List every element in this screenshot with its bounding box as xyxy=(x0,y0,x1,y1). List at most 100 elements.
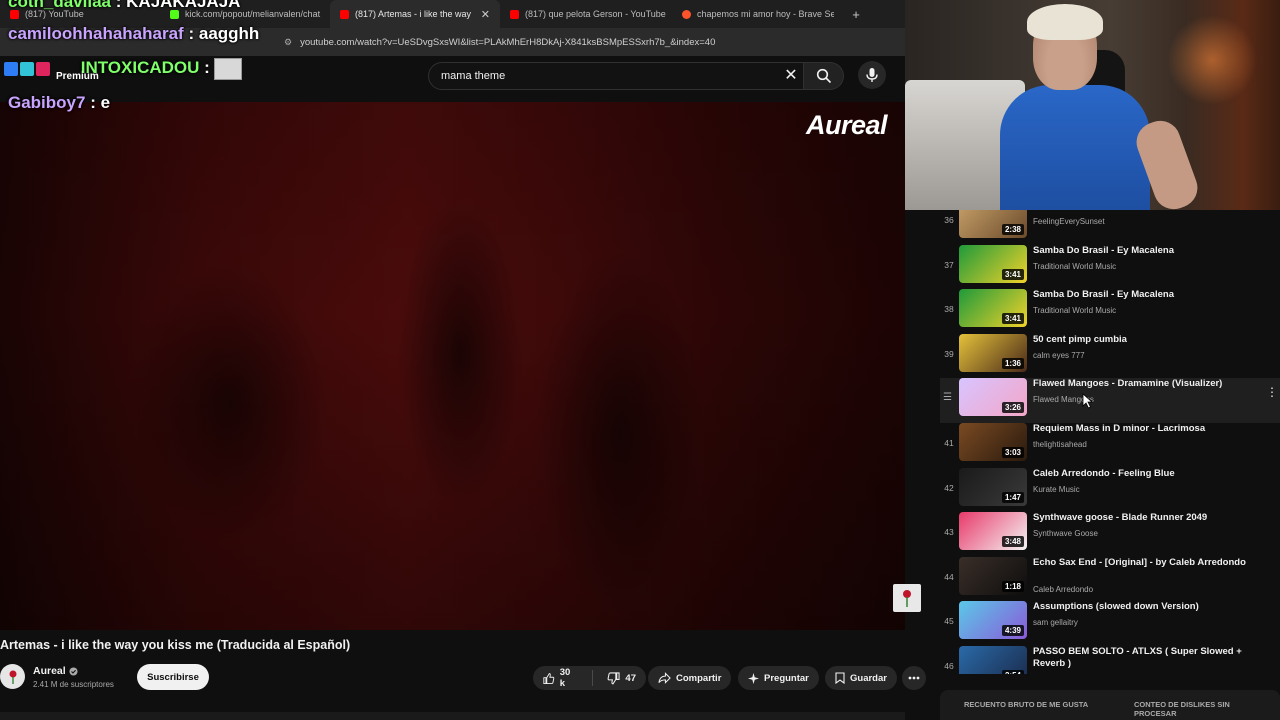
playlist-item-title[interactable]: Synthwave goose - Blade Runner 2049 xyxy=(1033,512,1248,524)
youtube-favicon-icon xyxy=(510,9,519,19)
playlist-item[interactable]: 39 1:36 50 cent pimp cumbia calm eyes 777 xyxy=(940,333,1280,379)
video-duration: 1:36 xyxy=(1001,357,1024,369)
playlist-item-title[interactable]: Echo Sax End - [Original] - by Caleb Arr… xyxy=(1033,557,1248,569)
video-duration: 3:41 xyxy=(1001,268,1024,280)
channel-avatar[interactable] xyxy=(0,664,25,689)
playlist-item-title[interactable]: Caleb Arredondo - Feeling Blue xyxy=(1033,468,1248,480)
chat-text: aagghh xyxy=(198,24,260,43)
likes-stat-label: RECUENTO BRUTO DE ME GUSTA xyxy=(964,700,1089,709)
playlist-item-title[interactable]: 50 cent pimp cumbia xyxy=(1033,334,1248,346)
search-box xyxy=(428,62,804,90)
url-field[interactable]: ⚙ youtube.com/watch?v=UeSDvgSxsWI&list=P… xyxy=(284,34,715,50)
playlist-item[interactable]: 37 3:41 Samba Do Brasil - Ey Macalena Tradi… xyxy=(940,244,1280,290)
playlist-index: 36 xyxy=(944,215,954,225)
share-icon xyxy=(658,672,671,684)
more-horizontal-icon xyxy=(908,676,920,680)
channel-branding-icon[interactable] xyxy=(893,584,921,612)
tab-label: chapemos mi amor hoy - Brave Sear xyxy=(697,9,834,19)
search-clear-icon[interactable]: ✕ xyxy=(780,64,802,86)
playlist-item-channel: FeelingEverySunset xyxy=(1033,217,1105,226)
playlist-item[interactable]: ☰ 3:26 Flawed Mangoes - Dramamine (Visuali… xyxy=(940,378,1280,423)
drag-handle-icon[interactable]: ☰ xyxy=(943,392,952,403)
chat-text: e xyxy=(100,93,111,112)
browser-tab[interactable]: (817) que pelota Gerson - YouTube xyxy=(500,0,672,28)
chat-username: Gabiboy7 xyxy=(8,93,86,112)
search-input[interactable] xyxy=(441,70,771,82)
playlist-item[interactable]: 44 1:18 Echo Sax End - [Original] - by Cal… xyxy=(940,556,1280,602)
browser-tab-active[interactable]: (817) Artemas - i like the way yo ✕ xyxy=(330,0,500,28)
playlist-item[interactable]: 45 4:39 Assumptions (slowed down Version) s… xyxy=(940,601,1280,646)
playlist-item-title[interactable]: Samba Do Brasil - Ey Macalena xyxy=(1033,245,1248,257)
new-tab-button[interactable]: + xyxy=(844,7,868,22)
playlist-thumbnail[interactable]: 2:38 xyxy=(959,210,1027,238)
playlist-thumbnail[interactable]: 3:03 xyxy=(959,423,1027,461)
playlist-item[interactable]: 42 1:47 Caleb Arredondo - Feeling Blue Kura… xyxy=(940,467,1280,513)
verified-icon xyxy=(69,666,78,676)
dislike-button[interactable]: 47 xyxy=(597,666,646,690)
search-button[interactable] xyxy=(804,62,844,90)
chat-separator: : xyxy=(90,93,96,112)
video-duration: 2:38 xyxy=(1001,224,1024,235)
chat-badges xyxy=(4,61,50,76)
dislikes-stat-label: CONTEO DE DISLIKES SIN PROCESAR xyxy=(1134,700,1230,718)
voice-search-button[interactable] xyxy=(858,61,886,89)
playlist-item[interactable]: 36 2:38 FeelingEverySunset xyxy=(940,210,1280,245)
verified-badge-icon xyxy=(4,61,18,76)
chat-separator: : xyxy=(188,24,195,43)
playlist-item[interactable]: 38 3:41 Samba Do Brasil - Ey Macalena Tradi… xyxy=(940,289,1280,334)
playlist-thumbnail[interactable]: 3:41 xyxy=(959,244,1027,283)
playlist-thumbnail[interactable]: 2:54 xyxy=(959,646,1027,674)
thumbs-up-icon xyxy=(543,672,555,684)
gem-badge-icon xyxy=(20,61,34,76)
playlist-item-channel: sam gellaitry xyxy=(1033,618,1078,628)
divider xyxy=(591,670,593,686)
tab-label: (817) que pelota Gerson - YouTube xyxy=(525,9,666,19)
subscriber-badge-icon xyxy=(36,61,50,76)
video-duration: 1:47 xyxy=(1001,491,1024,503)
chat-message: INTOXICADOU : xyxy=(4,58,210,78)
premium-badge: Premium xyxy=(56,71,99,82)
playlist-item-title[interactable]: Assumptions (slowed down Version) xyxy=(1033,601,1248,613)
playlist-item-channel: Traditional World Music xyxy=(1033,306,1117,316)
channel-name-text: Aureal xyxy=(33,665,66,677)
playlist-item[interactable]: 43 3:48 Synthwave goose - Blade Runner 204… xyxy=(940,512,1280,557)
url-text: youtube.com/watch?v=UeSDvgSxsWI&list=PLA… xyxy=(300,36,716,48)
channel-watermark: Aureal xyxy=(806,110,888,140)
video-player[interactable] xyxy=(0,102,905,630)
playlist-item[interactable]: 41 3:03 Requiem Mass in D minor - Lacrimos… xyxy=(940,423,1280,468)
playlist-thumbnail[interactable]: 3:26 xyxy=(959,378,1027,417)
like-button[interactable]: 30 k xyxy=(533,666,587,690)
ask-button[interactable]: Preguntar xyxy=(738,666,819,690)
description-box[interactable] xyxy=(0,712,905,720)
browser-tab[interactable]: chapemos mi amor hoy - Brave Sear xyxy=(672,0,844,28)
chat-username: coth_davilaa xyxy=(8,0,111,11)
playlist-thumbnail[interactable]: 4:39 xyxy=(959,601,1027,640)
share-button[interactable]: Compartir xyxy=(648,666,732,690)
video-frame xyxy=(0,102,905,630)
playlist-item-title[interactable]: PASSO BEM SOLTO - ATLXS ( Super Slowed +… xyxy=(1033,646,1248,670)
stats-panel: RECUENTO BRUTO DE ME GUSTA CONTEO DE DIS… xyxy=(940,690,1280,720)
playlist-thumbnail[interactable]: 1:18 xyxy=(959,556,1027,595)
playlist-item[interactable]: 46 2:54 PASSO BEM SOLTO - ATLXS ( Super Sl… xyxy=(940,646,1280,674)
subscribe-button[interactable]: Suscribirse xyxy=(137,664,209,690)
lamp-glow xyxy=(1167,15,1257,105)
save-button[interactable]: Guardar xyxy=(825,666,897,690)
video-duration: 3:48 xyxy=(1001,536,1024,548)
playlist-thumbnail[interactable]: 3:41 xyxy=(959,289,1027,328)
playlist-index: 43 xyxy=(944,527,954,538)
chat-separator: : xyxy=(115,0,122,11)
chat-separator: : xyxy=(204,58,210,77)
site-settings-icon[interactable]: ⚙ xyxy=(284,37,292,48)
playlist-thumbnail[interactable]: 1:47 xyxy=(959,467,1027,506)
more-actions-button[interactable] xyxy=(902,666,926,690)
playlist-thumbnail[interactable]: 3:48 xyxy=(959,512,1027,551)
playlist-item-title[interactable]: Samba Do Brasil - Ey Macalena xyxy=(1033,289,1248,301)
playlist-thumbnail[interactable]: 1:36 xyxy=(959,333,1027,372)
dislike-count: 47 xyxy=(625,672,636,684)
item-menu-icon[interactable]: ⋮ xyxy=(1266,385,1278,399)
bookmark-icon xyxy=(835,672,845,684)
playlist-item-title[interactable]: Flawed Mangoes - Dramamine (Visualizer) xyxy=(1033,378,1248,390)
tab-close-icon[interactable]: ✕ xyxy=(481,8,490,21)
channel-name[interactable]: Aureal xyxy=(33,665,78,677)
playlist-item-title[interactable]: Requiem Mass in D minor - Lacrimosa xyxy=(1033,423,1248,435)
